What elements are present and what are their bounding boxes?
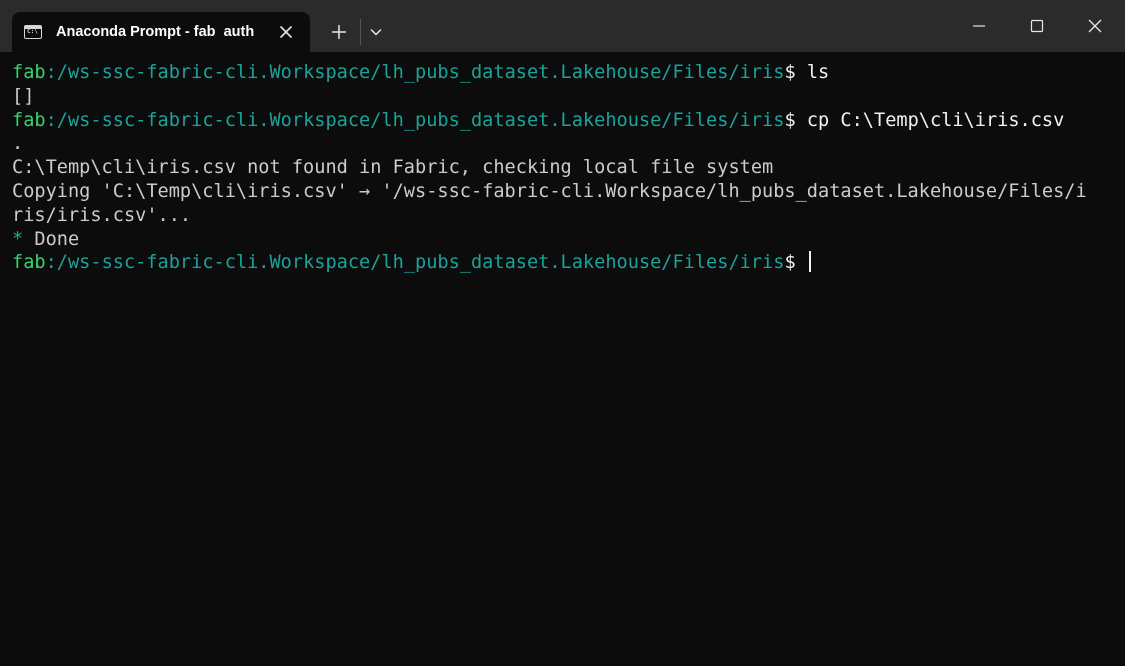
title-bar: C:\ Anaconda Prompt - fab auth xyxy=(0,0,1125,52)
new-tab-button[interactable] xyxy=(322,12,356,52)
success-star: * xyxy=(12,228,24,250)
done-text: Done xyxy=(23,228,80,250)
output-text: [] xyxy=(12,85,35,107)
prompt-path: :/ws-ssc-fabric-cli.Workspace/lh_pubs_da… xyxy=(45,109,785,131)
text-cursor xyxy=(808,251,811,273)
output-line: ris/iris.csv'... xyxy=(12,204,1112,228)
prompt-symbol: $ xyxy=(784,109,796,131)
prompt-user: fab xyxy=(12,252,46,274)
chevron-down-icon xyxy=(370,28,382,36)
tab-divider xyxy=(360,19,361,45)
terminal-output[interactable]: fab:/ws-ssc-fabric-cli.Workspace/lh_pubs… xyxy=(12,61,1112,275)
close-icon[interactable] xyxy=(276,22,296,42)
minimize-button[interactable] xyxy=(950,0,1008,52)
tab-anaconda-prompt[interactable]: C:\ Anaconda Prompt - fab auth xyxy=(12,12,310,52)
prompt-symbol: $ xyxy=(784,252,796,274)
done-line: * Done xyxy=(12,228,1112,252)
output-line: Copying 'C:\Temp\cli\iris.csv' → '/ws-ss… xyxy=(12,180,1112,204)
prompt-line: fab:/ws-ssc-fabric-cli.Workspace/lh_pubs… xyxy=(12,251,1112,275)
tab-title: Anaconda Prompt - fab auth xyxy=(56,24,255,40)
prompt-symbol: $ xyxy=(784,62,796,83)
terminal-window: C:\ Anaconda Prompt - fab auth fab:/ws-s… xyxy=(0,0,1125,666)
prompt-user: fab xyxy=(12,109,46,131)
output-line: [] xyxy=(12,85,1112,109)
command-text: cp C:\Temp\cli\iris.csv xyxy=(795,109,1065,131)
output-text: ris/iris.csv'... xyxy=(12,204,192,226)
minimize-icon xyxy=(973,25,985,27)
maximize-icon xyxy=(1030,19,1044,33)
close-window-button[interactable] xyxy=(1066,0,1124,52)
output-text: . xyxy=(12,133,24,155)
command-text xyxy=(796,252,807,273)
output-text: Copying 'C:\Temp\cli\iris.csv' → '/ws-ss… xyxy=(12,180,1087,202)
maximize-button[interactable] xyxy=(1008,0,1066,52)
output-line: . xyxy=(12,132,1112,156)
prompt-user: fab xyxy=(12,62,46,83)
prompt-path: :/ws-ssc-fabric-cli.Workspace/lh_pubs_da… xyxy=(45,252,785,274)
prompt-path: :/ws-ssc-fabric-cli.Workspace/lh_pubs_da… xyxy=(45,62,785,83)
terminal-icon: C:\ xyxy=(24,25,42,39)
tab-dropdown-button[interactable] xyxy=(362,12,390,52)
prompt-line: fab:/ws-ssc-fabric-cli.Workspace/lh_pubs… xyxy=(12,61,1112,85)
close-icon xyxy=(1088,19,1102,33)
plus-icon xyxy=(332,25,346,39)
prompt-line: fab:/ws-ssc-fabric-cli.Workspace/lh_pubs… xyxy=(12,109,1112,133)
output-line: C:\Temp\cli\iris.csv not found in Fabric… xyxy=(12,156,1112,180)
output-text: C:\Temp\cli\iris.csv not found in Fabric… xyxy=(12,157,774,179)
command-text: ls xyxy=(795,62,830,83)
